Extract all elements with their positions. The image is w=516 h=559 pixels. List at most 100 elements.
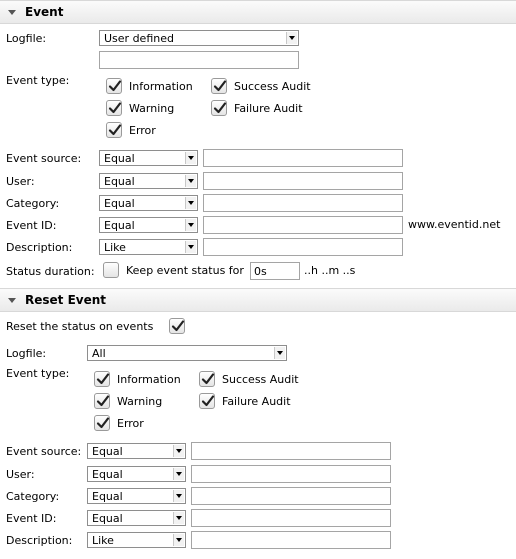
- reset-event-section-header[interactable]: Reset Event: [0, 288, 516, 312]
- event-id-operator-select[interactable]: Equal: [99, 217, 198, 233]
- operator-value: Equal: [104, 152, 135, 165]
- user-label: User:: [6, 175, 35, 188]
- reset-event-type-label: Event type:: [6, 367, 70, 380]
- eventid-net-link[interactable]: www.eventid.net: [408, 218, 500, 231]
- description-operator-select[interactable]: Like: [99, 239, 198, 255]
- chevron-down-icon: [185, 152, 196, 164]
- chevron-down-icon: [173, 445, 184, 457]
- collapse-triangle-icon[interactable]: [8, 10, 16, 15]
- chevron-down-icon: [185, 197, 196, 209]
- check-icon: [96, 394, 110, 408]
- event-source-operator-select[interactable]: Equal: [99, 150, 198, 166]
- information-checkbox[interactable]: [106, 78, 122, 94]
- status-duration-label: Status duration:: [6, 265, 95, 278]
- chevron-down-icon: [185, 175, 196, 187]
- chevron-down-icon: [173, 468, 184, 480]
- operator-value: Equal: [104, 175, 135, 188]
- reset-description-operator-select[interactable]: Like: [87, 532, 186, 548]
- event-source-input[interactable]: [203, 149, 403, 167]
- operator-value: Equal: [92, 512, 123, 525]
- operator-value: Equal: [92, 445, 123, 458]
- reset-error-checkbox[interactable]: [94, 415, 110, 431]
- operator-value: Equal: [104, 219, 135, 232]
- reset-event-id-input[interactable]: [191, 509, 391, 527]
- information-label: Information: [129, 80, 193, 93]
- reset-event-source-operator-select[interactable]: Equal: [87, 443, 186, 459]
- reset-logfile-label: Logfile:: [6, 347, 47, 360]
- logfile-label: Logfile:: [6, 32, 47, 45]
- check-icon: [201, 394, 215, 408]
- user-input[interactable]: [203, 172, 403, 190]
- reset-information-checkbox[interactable]: [94, 371, 110, 387]
- description-label: Description:: [6, 241, 73, 254]
- collapse-triangle-icon[interactable]: [8, 298, 16, 303]
- event-section-header[interactable]: Event: [0, 0, 516, 24]
- check-icon: [213, 79, 227, 93]
- operator-value: Like: [104, 241, 126, 254]
- reset-logfile-select[interactable]: All: [87, 345, 287, 361]
- check-icon: [108, 79, 122, 93]
- status-duration-checkbox[interactable]: [103, 262, 119, 278]
- event-id-label: Event ID:: [6, 219, 57, 232]
- logfile-custom-input[interactable]: [99, 51, 299, 69]
- reset-warning-checkbox[interactable]: [94, 393, 110, 409]
- reset-user-input[interactable]: [191, 465, 391, 483]
- reset-event-source-label: Event source:: [6, 445, 82, 458]
- reset-description-label: Description:: [6, 534, 73, 547]
- warning-checkbox[interactable]: [106, 100, 122, 116]
- failure-audit-checkbox[interactable]: [211, 100, 227, 116]
- description-input[interactable]: [203, 238, 403, 256]
- error-checkbox[interactable]: [106, 122, 122, 138]
- logfile-select[interactable]: User defined: [99, 30, 299, 46]
- reset-description-input[interactable]: [191, 531, 391, 549]
- reset-event-section-title: Reset Event: [25, 293, 107, 307]
- chevron-down-icon: [173, 490, 184, 502]
- event-source-label: Event source:: [6, 152, 82, 165]
- chevron-down-icon: [173, 534, 184, 546]
- reset-status-label: Reset the status on events: [6, 320, 154, 333]
- check-icon: [96, 416, 110, 430]
- check-icon: [108, 123, 122, 137]
- keep-status-label: Keep event status for: [126, 264, 244, 277]
- reset-user-operator-select[interactable]: Equal: [87, 466, 186, 482]
- reset-information-label: Information: [117, 373, 181, 386]
- chevron-down-icon: [274, 347, 285, 359]
- reset-status-checkbox[interactable]: [169, 318, 185, 334]
- event-type-label: Event type:: [6, 74, 70, 87]
- logfile-select-value: User defined: [104, 32, 174, 45]
- chevron-down-icon: [286, 32, 297, 44]
- check-icon: [96, 372, 110, 386]
- check-icon: [213, 101, 227, 115]
- chevron-down-icon: [185, 219, 196, 231]
- category-input[interactable]: [203, 194, 403, 212]
- keep-status-input[interactable]: [250, 262, 300, 280]
- reset-category-operator-select[interactable]: Equal: [87, 488, 186, 504]
- keep-status-hint: ..h ..m ..s: [304, 264, 356, 277]
- check-icon: [171, 319, 185, 333]
- reset-success-audit-checkbox[interactable]: [199, 371, 215, 387]
- reset-category-input[interactable]: [191, 487, 391, 505]
- reset-event-source-input[interactable]: [191, 442, 391, 460]
- event-section-title: Event: [25, 5, 64, 19]
- event-id-input[interactable]: [203, 216, 403, 234]
- failure-audit-label: Failure Audit: [234, 102, 303, 115]
- reset-event-id-label: Event ID:: [6, 512, 57, 525]
- reset-warning-label: Warning: [117, 395, 163, 408]
- success-audit-checkbox[interactable]: [211, 78, 227, 94]
- chevron-down-icon: [185, 241, 196, 253]
- category-operator-select[interactable]: Equal: [99, 195, 198, 211]
- user-operator-select[interactable]: Equal: [99, 173, 198, 189]
- check-icon: [108, 101, 122, 115]
- reset-error-label: Error: [117, 417, 144, 430]
- reset-event-id-operator-select[interactable]: Equal: [87, 510, 186, 526]
- reset-user-label: User:: [6, 468, 35, 481]
- warning-label: Warning: [129, 102, 175, 115]
- reset-success-audit-label: Success Audit: [222, 373, 299, 386]
- error-label: Error: [129, 124, 156, 137]
- reset-category-label: Category:: [6, 490, 60, 503]
- operator-value: Equal: [92, 490, 123, 503]
- chevron-down-icon: [173, 512, 184, 524]
- reset-failure-audit-checkbox[interactable]: [199, 393, 215, 409]
- operator-value: Equal: [104, 197, 135, 210]
- operator-value: Equal: [92, 468, 123, 481]
